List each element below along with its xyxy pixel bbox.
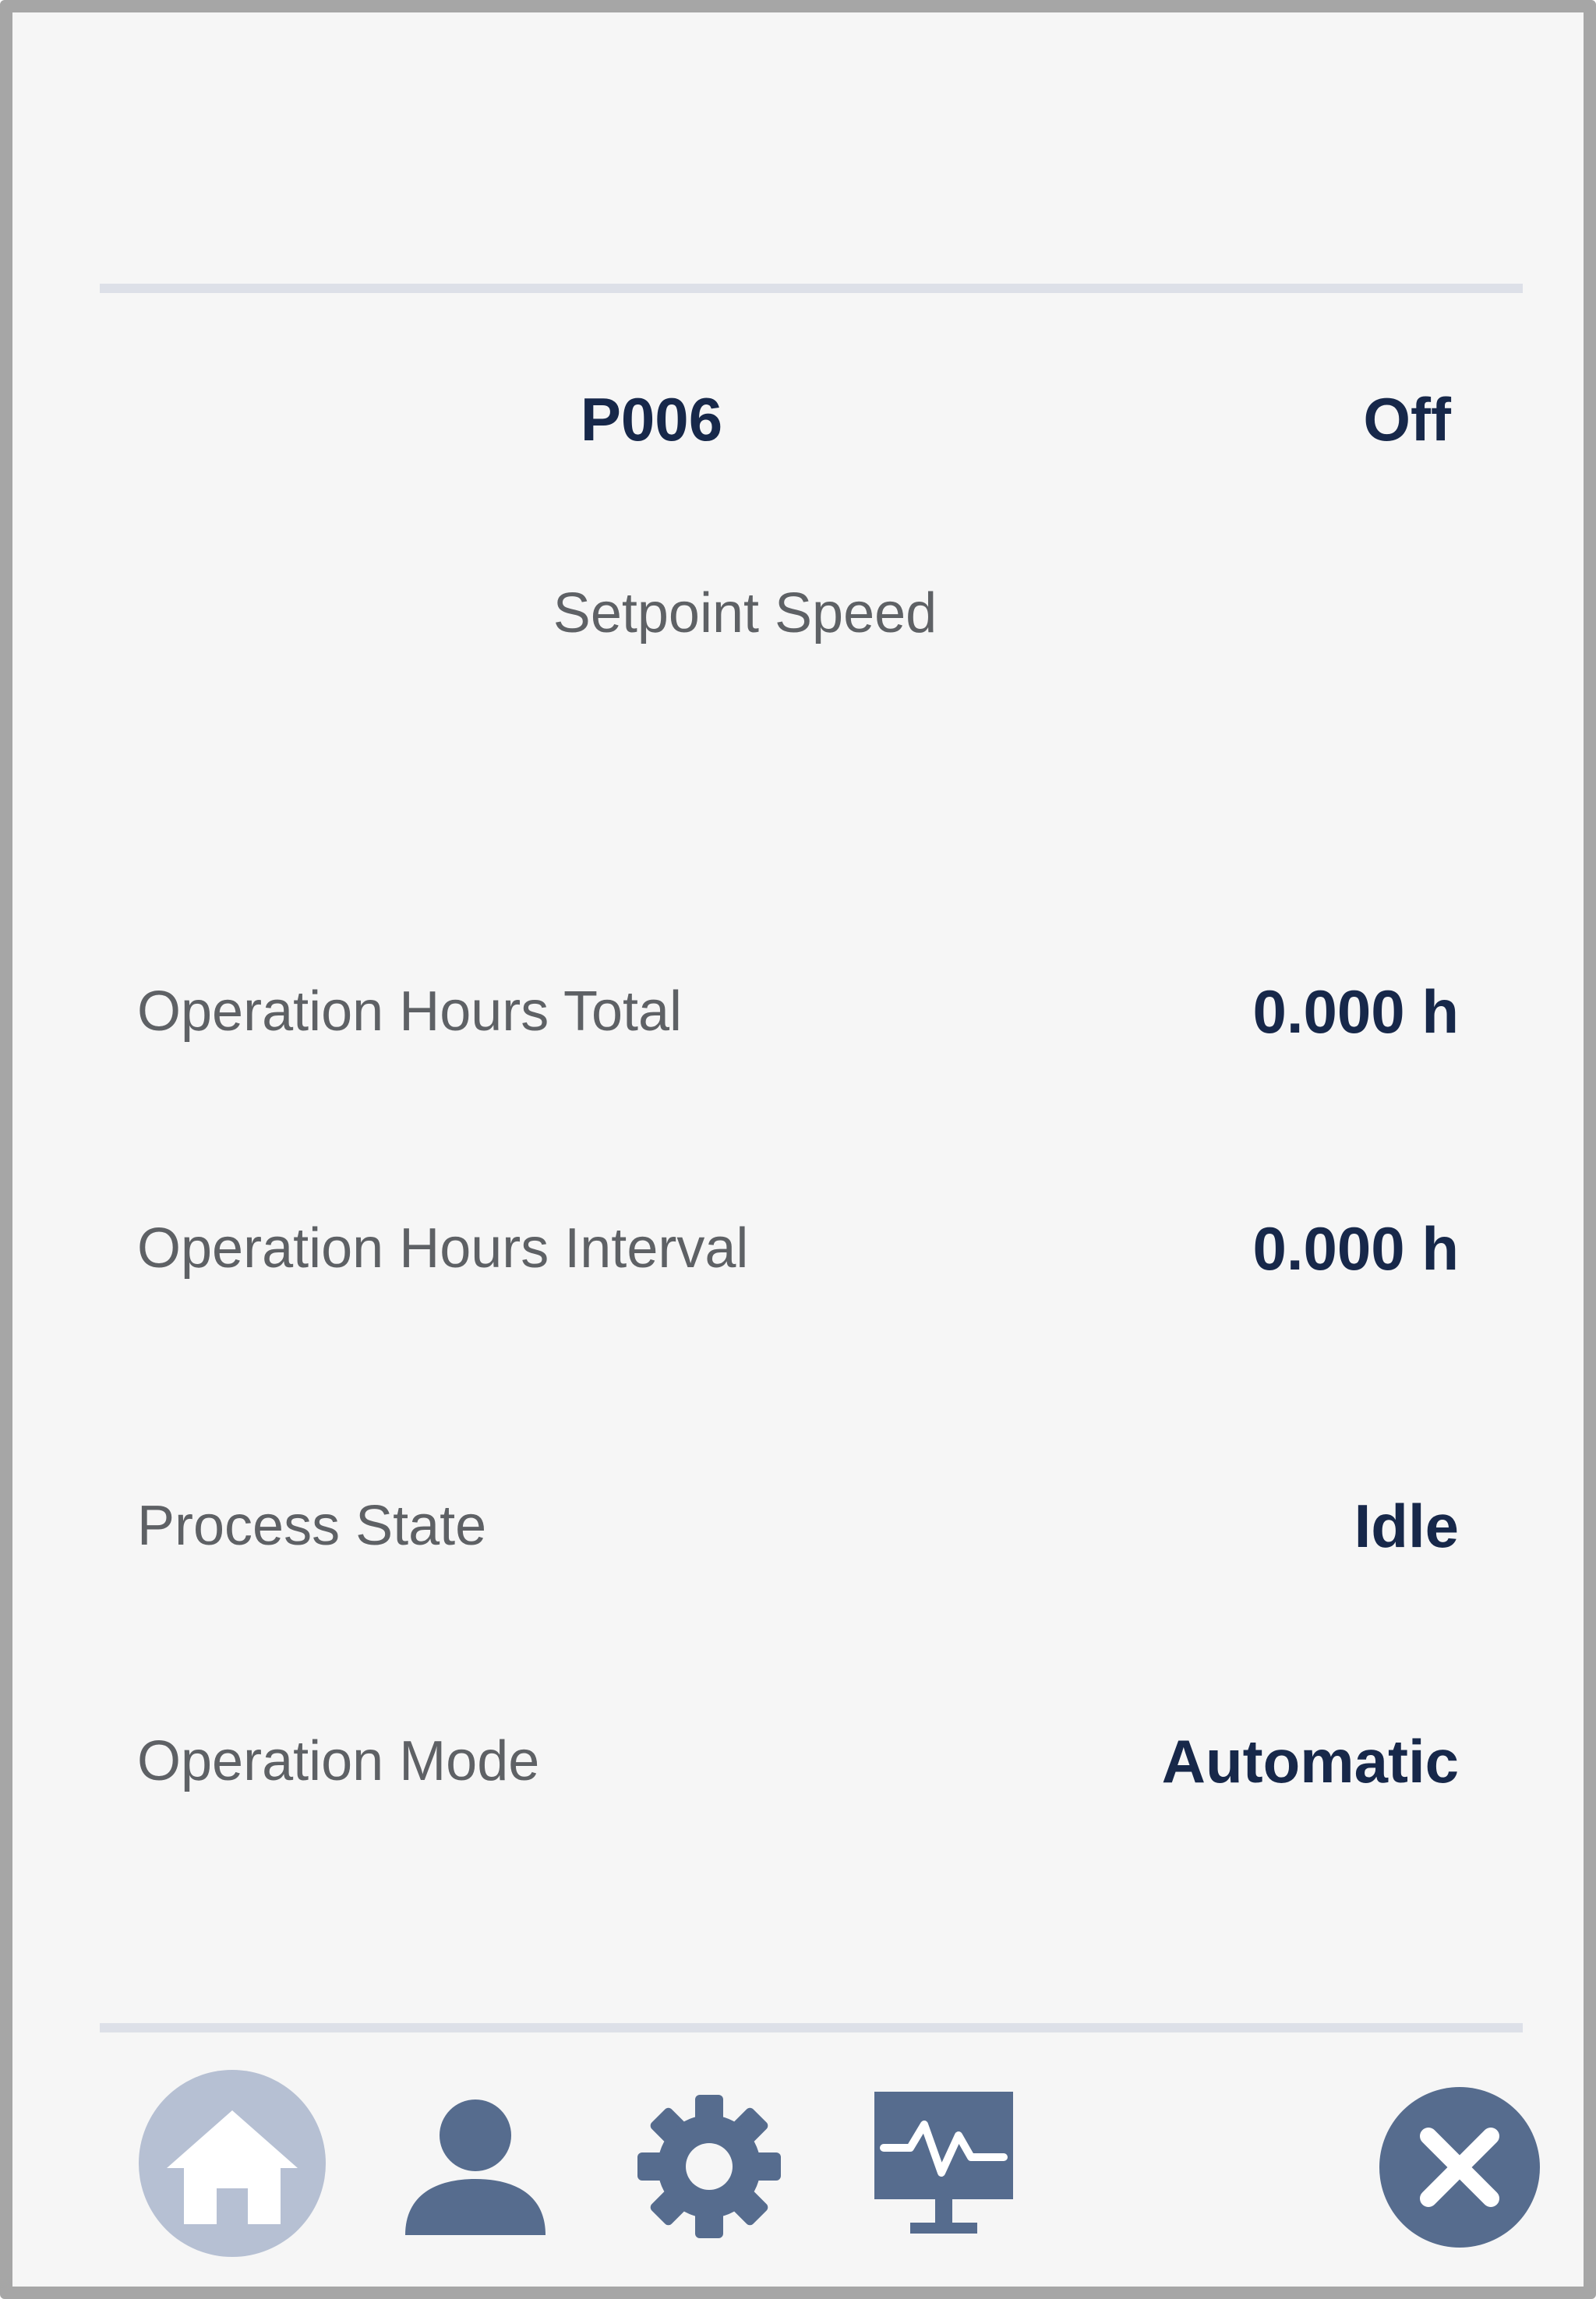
user-icon [405, 2099, 546, 2235]
monitor-button[interactable] [849, 2070, 1036, 2257]
close-icon [1379, 2087, 1540, 2248]
process-state-row: Process State Idle [137, 1487, 1459, 1565]
row-label: Operation Mode [137, 1730, 540, 1792]
home-icon [139, 2070, 326, 2257]
monitor-icon [874, 2092, 1013, 2234]
bottom-divider [100, 2023, 1523, 2032]
setpoint-speed-label: Setpoint Speed [553, 582, 937, 644]
row-label: Operation Hours Interval [137, 1217, 749, 1280]
row-value: 0.000 h [1252, 1214, 1459, 1283]
home-button[interactable] [139, 2070, 326, 2257]
operation-hours-total-row: Operation Hours Total 0.000 h [137, 973, 1459, 1051]
row-value: 0.000 h [1252, 977, 1459, 1046]
operation-hours-interval-row: Operation Hours Interval 0.000 h [137, 1210, 1459, 1287]
device-id: P006 [580, 385, 723, 454]
top-divider [100, 284, 1523, 293]
device-faceplate: P006 Off Setpoint Speed Operation Hours … [0, 0, 1596, 2299]
user-button[interactable] [382, 2070, 569, 2257]
row-value: Automatic [1161, 1727, 1459, 1796]
device-state: Off [1363, 385, 1451, 454]
operation-mode-row: Operation Mode Automatic [137, 1722, 1459, 1800]
row-value: Idle [1354, 1492, 1459, 1560]
row-label: Operation Hours Total [137, 980, 683, 1043]
close-button[interactable] [1378, 2085, 1541, 2249]
gear-icon [637, 2095, 781, 2238]
row-label: Process State [137, 1495, 487, 1557]
settings-button[interactable] [616, 2070, 803, 2257]
